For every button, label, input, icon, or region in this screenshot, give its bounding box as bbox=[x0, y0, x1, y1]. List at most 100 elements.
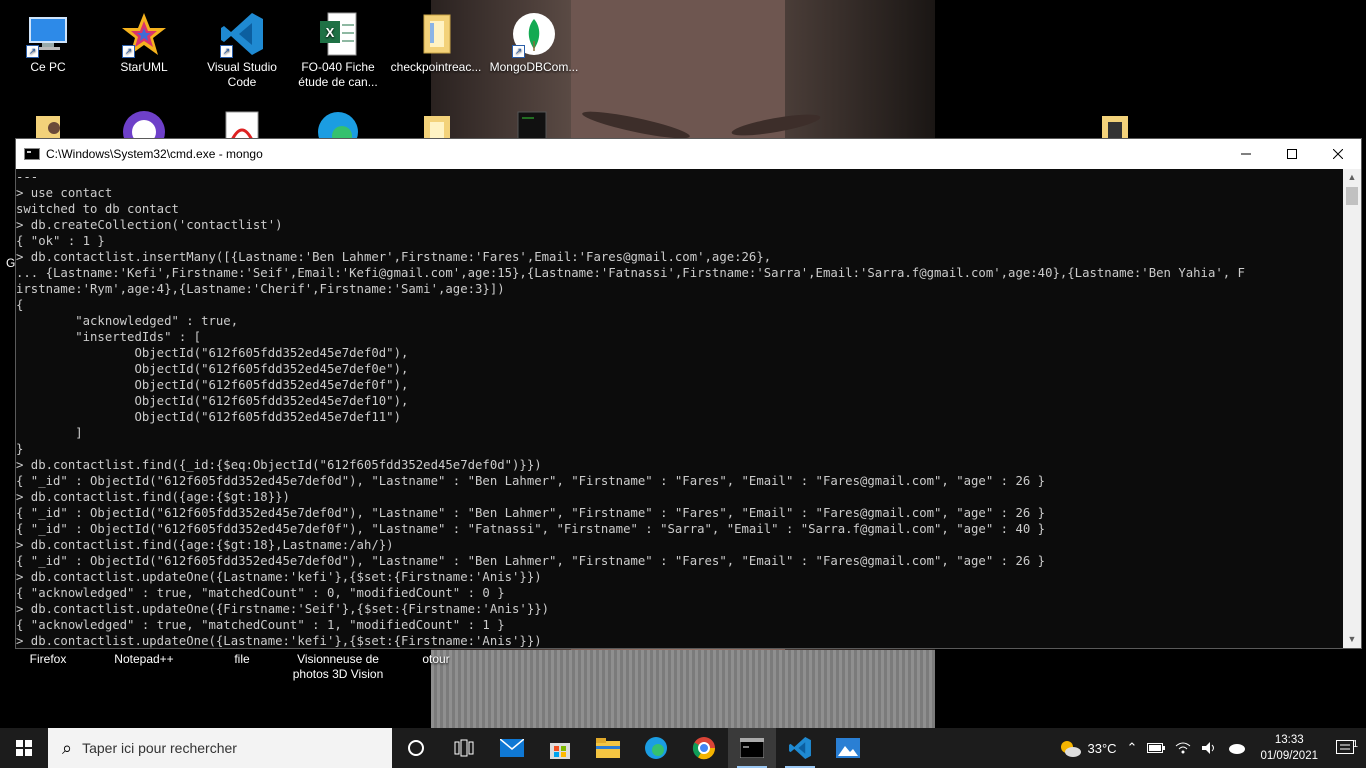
taskbar-store[interactable] bbox=[536, 728, 584, 768]
cmd-window[interactable]: C:\Windows\System32\cmd.exe - mongo --- >… bbox=[15, 138, 1362, 649]
console-text: --- > use contact switched to db contact > … bbox=[16, 169, 1343, 648]
taskbar-edge[interactable] bbox=[632, 728, 680, 768]
cmd-titlebar[interactable]: C:\Windows\System32\cmd.exe - mongo bbox=[16, 139, 1361, 169]
taskbar-vscode[interactable] bbox=[776, 728, 824, 768]
console-line: { "_id" : ObjectId("612f605fdd352ed45e7d… bbox=[16, 474, 1046, 488]
desktop-icon-file[interactable]: file bbox=[194, 652, 290, 667]
windows-logo-icon bbox=[16, 740, 32, 756]
volume-button[interactable] bbox=[1196, 741, 1222, 755]
console-line: > db.contactlist.updateOne({Firstname:'S… bbox=[16, 602, 550, 616]
excel-file-icon: X bbox=[314, 10, 362, 58]
battery-icon bbox=[1147, 743, 1166, 753]
desktop-icon-3d-viewer[interactable]: Visionneuse de photos 3D Vision bbox=[290, 652, 386, 682]
vscode-icon bbox=[789, 737, 811, 759]
desktop-icon-excel-file[interactable]: X FO-040 Fiche étude de can... bbox=[290, 10, 386, 90]
console-line: > db.contactlist.find({age:{$gt:18},Last… bbox=[16, 538, 394, 552]
desktop-icon-label: StarUML bbox=[120, 60, 168, 74]
desktop-icon-label: FO-040 Fiche étude de can... bbox=[298, 60, 378, 89]
scroll-down-icon[interactable]: ▼ bbox=[1343, 631, 1361, 648]
notifications-button[interactable]: 1 bbox=[1328, 739, 1366, 756]
staruml-icon: ↗ bbox=[120, 10, 168, 58]
desktop-icon-vscode[interactable]: ↗ Visual Studio Code bbox=[194, 10, 290, 90]
console-line: { "ok" : 1 } bbox=[16, 234, 105, 248]
desktop-icon-label: checkpointreac... bbox=[390, 60, 482, 74]
onedrive-button[interactable] bbox=[1222, 742, 1250, 754]
task-view-icon bbox=[454, 739, 474, 757]
desktop-icon-notepadpp[interactable]: Notepad++ bbox=[96, 652, 192, 667]
search-box[interactable]: ⌕ Taper ici pour rechercher bbox=[48, 728, 392, 768]
battery-button[interactable] bbox=[1142, 743, 1170, 753]
console-line: > use contact bbox=[16, 186, 113, 200]
desktop-icon-firefox[interactable]: Firefox bbox=[0, 652, 96, 667]
scroll-up-icon[interactable]: ▲ bbox=[1343, 169, 1361, 186]
window-controls bbox=[1223, 139, 1361, 169]
mongodb-icon: ↗ bbox=[510, 10, 558, 58]
minimize-icon bbox=[1241, 153, 1251, 155]
console-line: "acknowledged" : true, bbox=[16, 314, 239, 328]
console-line: ] bbox=[16, 426, 83, 440]
minimize-button[interactable] bbox=[1223, 139, 1269, 169]
desktop-icon-ce-pc[interactable]: ↗ Ce PC bbox=[0, 10, 96, 75]
cmd-app-icon bbox=[24, 148, 40, 160]
console-output[interactable]: --- > use contact switched to db contact > … bbox=[16, 169, 1343, 648]
console-scrollbar[interactable]: ▲ ▼ bbox=[1343, 169, 1361, 648]
desktop-icon-checkpoint-folder[interactable]: checkpointreac... bbox=[388, 10, 484, 75]
clock-date: 01/09/2021 bbox=[1260, 750, 1318, 762]
clock[interactable]: 13:33 01/09/2021 bbox=[1250, 732, 1328, 764]
taskbar-cmd[interactable] bbox=[728, 728, 776, 768]
notification-count: 1 bbox=[1352, 739, 1358, 750]
scrollbar-thumb[interactable] bbox=[1346, 187, 1358, 205]
desktop-icon-otour[interactable]: otour bbox=[388, 652, 484, 667]
console-line: } bbox=[16, 442, 24, 456]
console-line: > db.contactlist.insertMany([{Lastname:'… bbox=[16, 250, 772, 264]
console-line: ObjectId("612f605fdd352ed45e7def11") bbox=[16, 410, 401, 424]
system-tray: 33°C ⌃ 13:33 01/09/2021 1 bbox=[1054, 728, 1366, 768]
shortcut-arrow-icon: ↗ bbox=[26, 45, 39, 58]
shortcut-arrow-icon: ↗ bbox=[122, 45, 135, 58]
taskbar-mail[interactable] bbox=[488, 728, 536, 768]
wifi-icon bbox=[1176, 742, 1191, 754]
desktop-icon-mongodb-compass[interactable]: ↗ MongoDBCom... bbox=[486, 10, 582, 75]
show-hidden-icons-button[interactable]: ⌃ bbox=[1122, 740, 1143, 756]
console-line: { bbox=[16, 298, 24, 312]
close-icon bbox=[1333, 149, 1343, 159]
task-view-icon-button[interactable] bbox=[440, 728, 488, 768]
weather-temperature: 33°C bbox=[1087, 740, 1117, 756]
mail-icon bbox=[500, 739, 524, 757]
desktop-partial-label: G bbox=[6, 256, 16, 270]
close-button[interactable] bbox=[1315, 139, 1361, 169]
desktop-icon-label: Notepad++ bbox=[114, 652, 174, 666]
console-line: ObjectId("612f605fdd352ed45e7def0e"), bbox=[16, 362, 409, 376]
notifications-icon bbox=[1336, 740, 1354, 754]
desktop-icon-label: Firefox bbox=[29, 652, 67, 666]
edge-icon bbox=[645, 737, 667, 759]
console-line: { "_id" : ObjectId("612f605fdd352ed45e7d… bbox=[16, 522, 1046, 536]
weather-widget[interactable]: 33°C bbox=[1054, 739, 1121, 757]
taskbar-photos[interactable] bbox=[824, 728, 872, 768]
cloud-icon bbox=[1229, 744, 1246, 754]
start-button[interactable] bbox=[0, 728, 48, 768]
desktop-icon-label: Visual Studio Code bbox=[207, 60, 277, 89]
console-line: ObjectId("612f605fdd352ed45e7def0d"), bbox=[16, 346, 409, 360]
console-line: { "_id" : ObjectId("612f605fdd352ed45e7d… bbox=[16, 554, 1046, 568]
console-line: { "acknowledged" : true, "matchedCount" … bbox=[16, 586, 505, 600]
desktop-icon-label: otour bbox=[422, 652, 450, 666]
search-placeholder: Taper ici pour rechercher bbox=[82, 740, 237, 756]
console-line: > db.contactlist.find({age:{$gt:18}}) bbox=[16, 490, 290, 504]
desktop-icon-staruml[interactable]: ↗ StarUML bbox=[96, 10, 192, 75]
svg-text:X: X bbox=[326, 25, 335, 40]
maximize-button[interactable] bbox=[1269, 139, 1315, 169]
taskbar-chrome[interactable] bbox=[680, 728, 728, 768]
taskbar-file-explorer[interactable] bbox=[584, 728, 632, 768]
network-button[interactable] bbox=[1170, 741, 1196, 755]
console-line: { "_id" : ObjectId("612f605fdd352ed45e7d… bbox=[16, 506, 1046, 520]
console-line: > db.contactlist.updateOne({Lastname:'ke… bbox=[16, 570, 542, 584]
weather-sun-cloud-icon bbox=[1061, 741, 1082, 757]
console-line: > db.createCollection('contactlist') bbox=[16, 218, 283, 232]
task-view-button[interactable] bbox=[392, 728, 440, 768]
console-line: ObjectId("612f605fdd352ed45e7def0f"), bbox=[16, 378, 409, 392]
console-line: { "acknowledged" : true, "matchedCount" … bbox=[16, 618, 505, 632]
computer-icon: ↗ bbox=[24, 10, 72, 58]
wallpaper-sweater bbox=[431, 650, 935, 728]
chevron-up-icon: ⌃ bbox=[1126, 740, 1138, 755]
